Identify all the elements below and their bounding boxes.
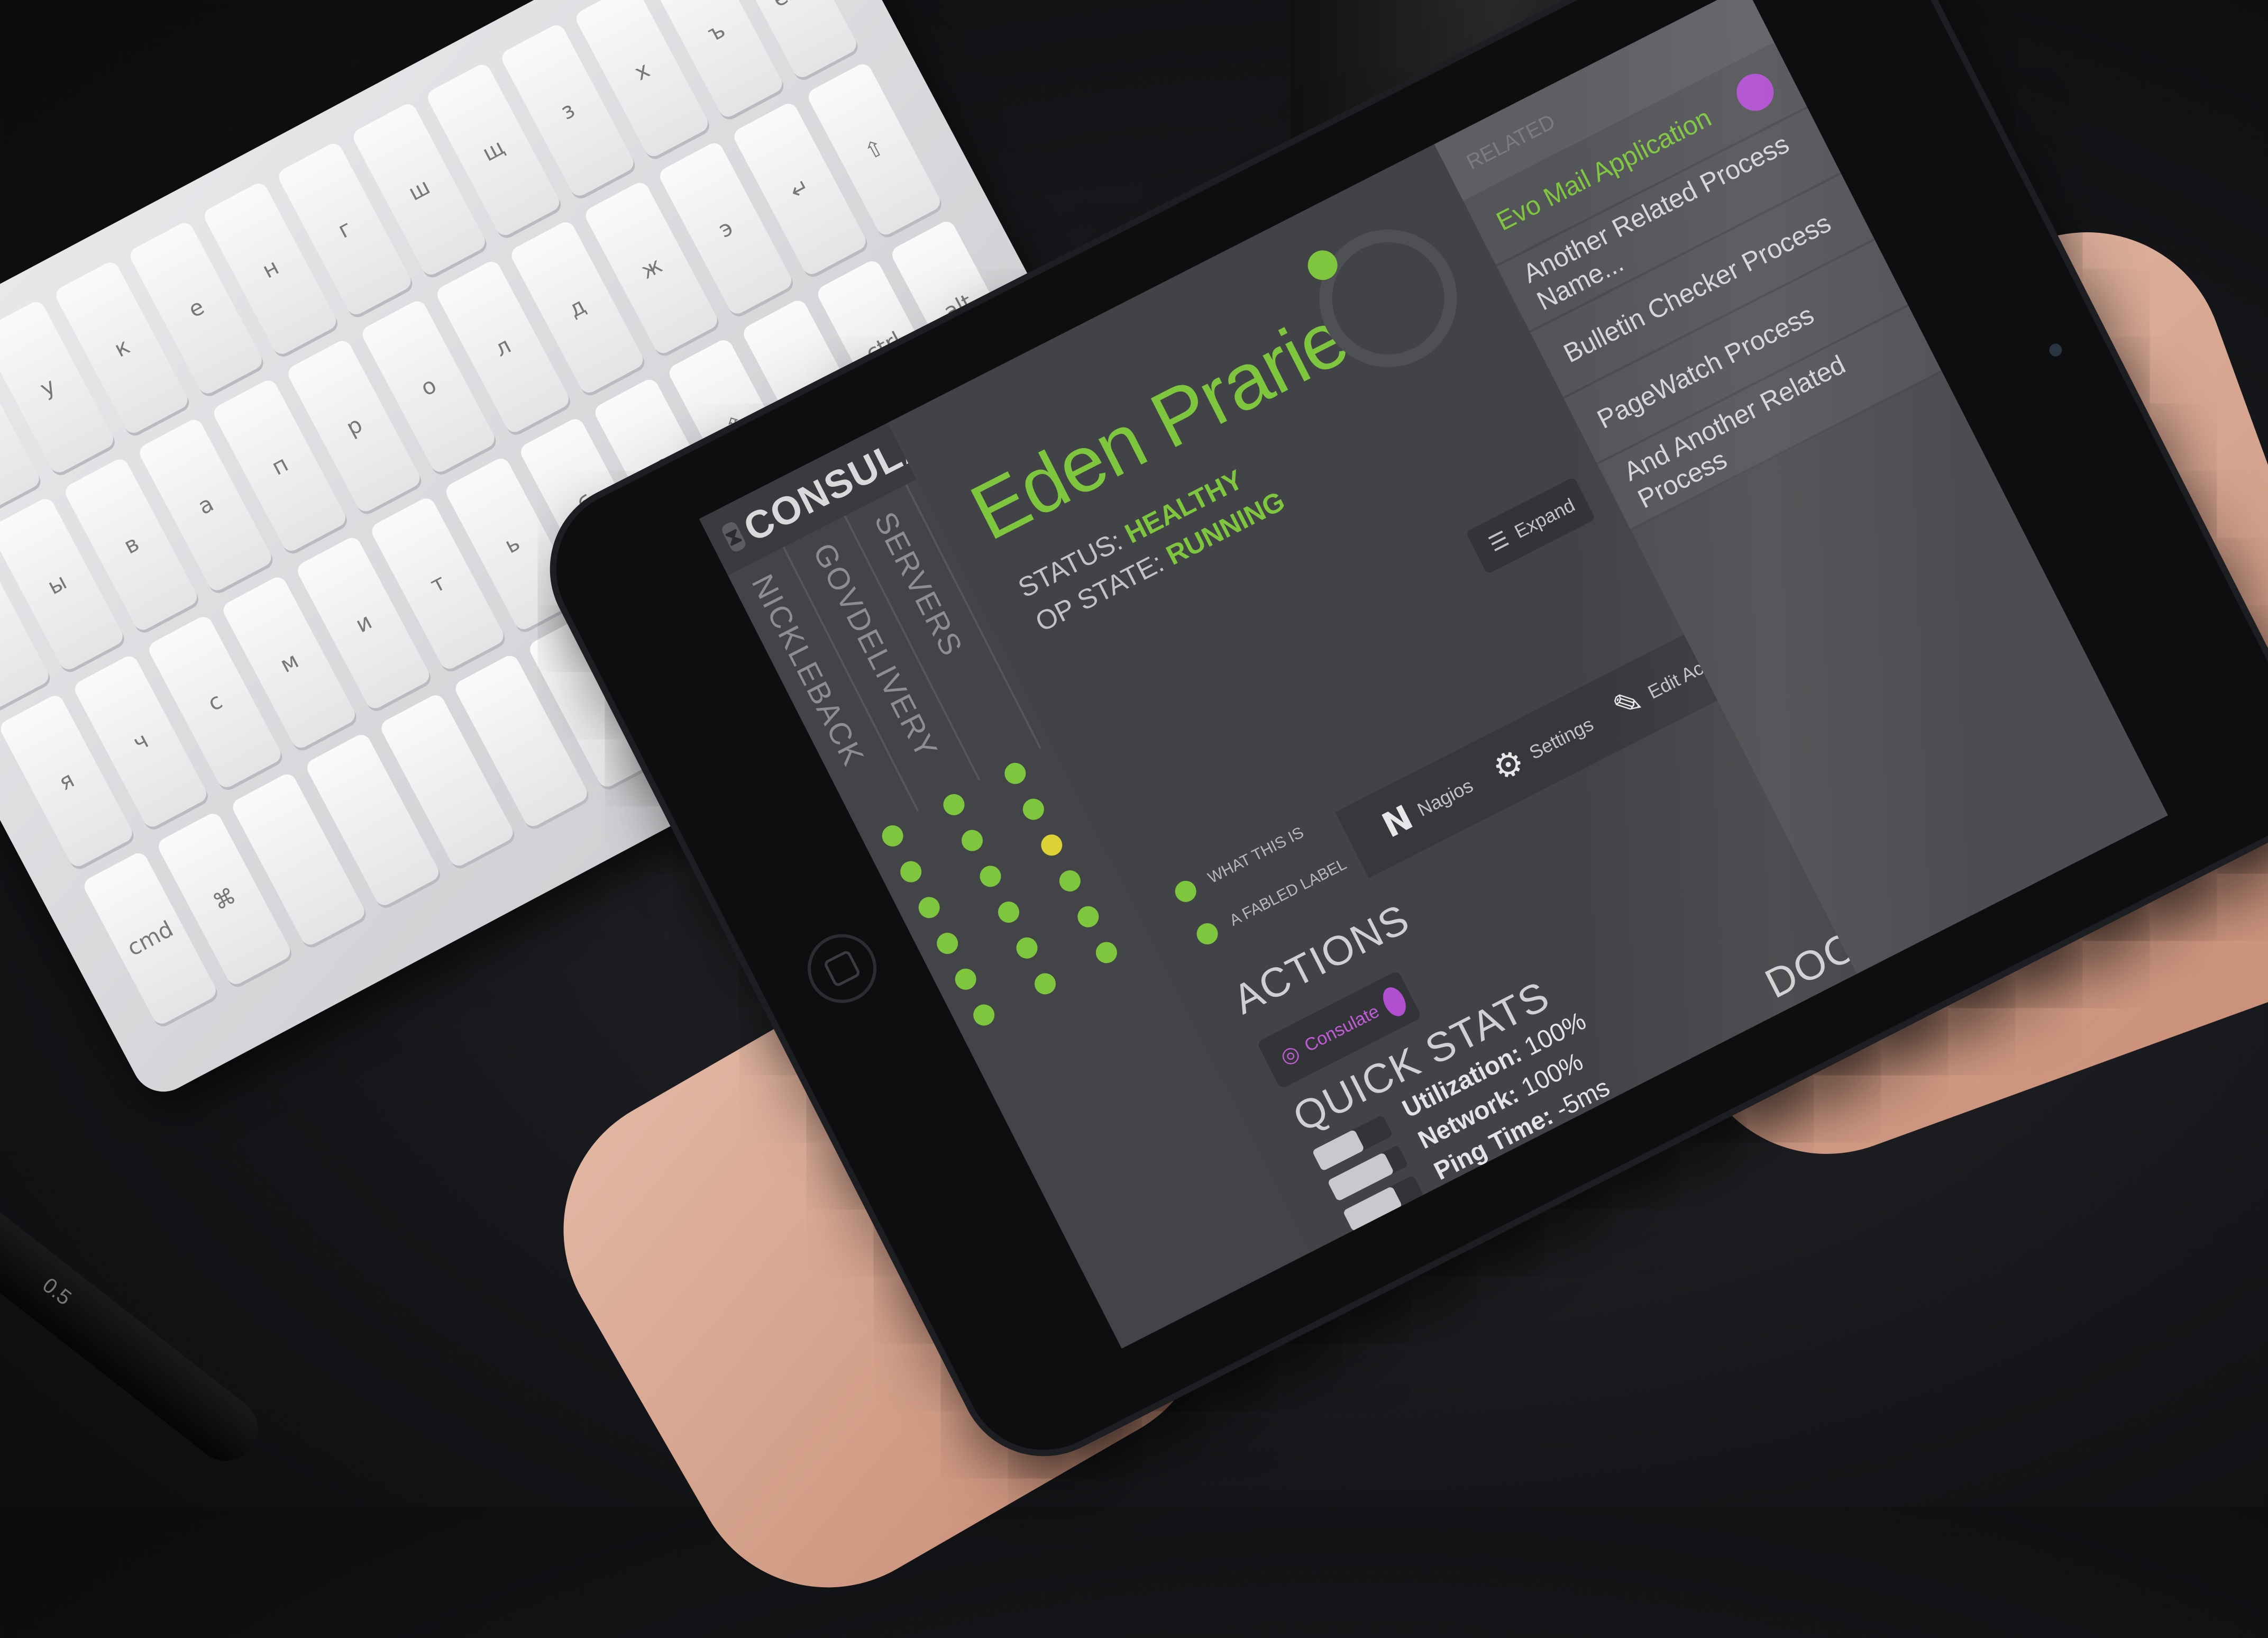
pen-label: 0.5 [38, 1273, 76, 1310]
n-icon: N [1376, 798, 1420, 846]
front-camera [2047, 341, 2064, 359]
status-dot-green [1019, 795, 1048, 824]
status-dot-green [1092, 938, 1121, 967]
legend-dot [1193, 920, 1222, 948]
status-dot-green [878, 822, 907, 850]
status-dot-green [1001, 759, 1030, 788]
status-dot-yellow [1037, 831, 1066, 860]
status-dot-green [1074, 902, 1103, 931]
status-dot-green [958, 826, 986, 855]
toggle-knob [1378, 983, 1411, 1020]
status-dot-green [994, 898, 1023, 926]
status-dot-green [970, 1000, 999, 1030]
action-label: Settings [1525, 713, 1597, 764]
expand-label: Expand [1511, 494, 1579, 543]
toggle-knob[interactable] [1730, 67, 1780, 117]
status-dot-green [914, 893, 944, 922]
status-dot-green [1031, 969, 1059, 998]
gear-icon: ⚙ [1486, 741, 1531, 790]
stat-bars [1312, 1114, 1424, 1232]
expand-toggle[interactable]: ☰ Expand [1465, 477, 1596, 575]
status-dot-green [976, 862, 1005, 891]
nagios-action[interactable]: N Nagios [1376, 767, 1480, 846]
status-dot-green [1012, 933, 1041, 962]
status-dot-green [933, 929, 962, 958]
settings-action[interactable]: ⚙ Settings [1486, 705, 1601, 790]
edit-icon: ✎ [1606, 680, 1650, 729]
home-button[interactable] [795, 922, 889, 1015]
list-icon: ☰ [1485, 526, 1513, 557]
consulate-icon: ◎ [1276, 1040, 1304, 1070]
status-dot-green [897, 857, 926, 886]
pen: 0.5 [0, 1196, 271, 1474]
consulate-label: Consulate [1301, 1000, 1383, 1056]
status-dot-green [939, 790, 968, 819]
action-label: Nagios [1413, 774, 1477, 821]
status-dot-green [951, 964, 980, 994]
legend-dot [1171, 877, 1200, 906]
status-dot-green [1055, 867, 1084, 895]
